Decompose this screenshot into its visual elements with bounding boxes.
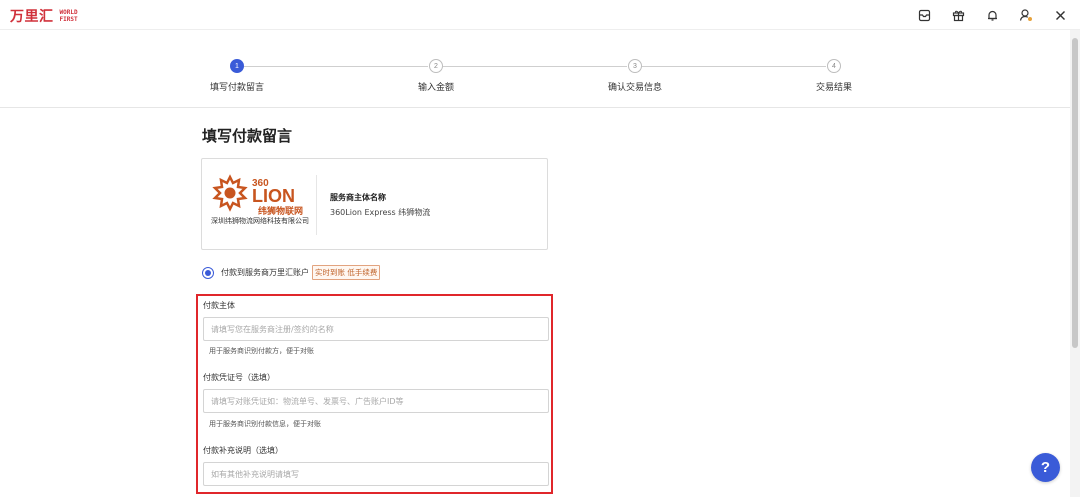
step-4-circle: 4 — [827, 59, 841, 73]
step-connector — [642, 66, 826, 67]
provider-logo: 360 LION 纬狮物联网 — [210, 173, 310, 217]
logo-en-line1: WORLD — [59, 9, 78, 16]
scrollbar[interactable] — [1070, 30, 1080, 497]
step-2-label: 输入金额 — [417, 83, 455, 93]
gift-icon[interactable] — [950, 7, 966, 23]
step-connector — [244, 66, 428, 67]
user-icon[interactable] — [1018, 7, 1034, 23]
payment-option-label: 付款到服务商万里汇账户 — [221, 268, 309, 277]
help-button[interactable]: ? — [1031, 453, 1060, 482]
step-3-label: 确认交易信息 — [607, 83, 663, 93]
provider-company: 深圳纬狮物流网络科技有限公司 — [211, 217, 309, 225]
provider-card: 360 LION 纬狮物联网 深圳纬狮物流网络科技有限公司 服务商主体名称 36… — [201, 158, 548, 250]
close-icon[interactable] — [1052, 7, 1068, 23]
logo-en-line2: FIRST — [59, 16, 78, 23]
worldfirst-logo[interactable]: 万里汇 WORLD FIRST — [10, 6, 78, 26]
voucher-label: 付款凭证号（选填） — [203, 373, 275, 382]
radio-selected-icon[interactable] — [202, 266, 214, 279]
top-icon-group — [916, 7, 1068, 23]
page-title: 填写付款留言 — [202, 127, 293, 145]
payment-option-radio[interactable]: 付款到服务商万里汇账户 实时到账 低手续费 — [202, 265, 381, 280]
step-4-label: 交易结果 — [815, 83, 853, 93]
logo-cn-text: 万里汇 — [10, 9, 54, 25]
divider — [316, 175, 317, 235]
remark-label: 付款补充说明（选填） — [203, 446, 283, 455]
scrollbar-thumb[interactable] — [1072, 38, 1078, 348]
payment-option-tag: 实时到账 低手续费 — [312, 265, 381, 280]
provider-name-value: 360Lion Express 纬狮物流 — [330, 208, 431, 217]
step-2-circle: 2 — [429, 59, 443, 73]
step-3-circle: 3 — [628, 59, 642, 73]
step-1-label: 填写付款留言 — [209, 83, 265, 93]
bell-icon[interactable] — [984, 7, 1000, 23]
remark-input[interactable] — [203, 462, 549, 486]
voucher-help: 用于服务商识别付款信息，便于对账 — [209, 420, 321, 428]
top-bar: 万里汇 WORLD FIRST — [0, 0, 1080, 30]
provider-name-label: 服务商主体名称 — [330, 193, 386, 202]
payer-label: 付款主体 — [203, 301, 235, 310]
step-connector — [443, 66, 627, 67]
voucher-input[interactable] — [203, 389, 549, 413]
logo-en-text: WORLD FIRST — [60, 9, 78, 23]
progress-stepper: 1 2 3 4 填写付款留言 输入金额 确认交易信息 交易结果 — [0, 30, 1070, 108]
logo-lion-text: LION — [252, 186, 295, 206]
payment-form-highlight: 付款主体 用于服务商识别付款方，便于对账 付款凭证号（选填） 用于服务商识别付款… — [196, 294, 553, 494]
payer-help: 用于服务商识别付款方，便于对账 — [209, 347, 314, 355]
step-1-circle: 1 — [230, 59, 244, 73]
inbox-icon[interactable] — [916, 7, 932, 23]
payer-input[interactable] — [203, 317, 549, 341]
